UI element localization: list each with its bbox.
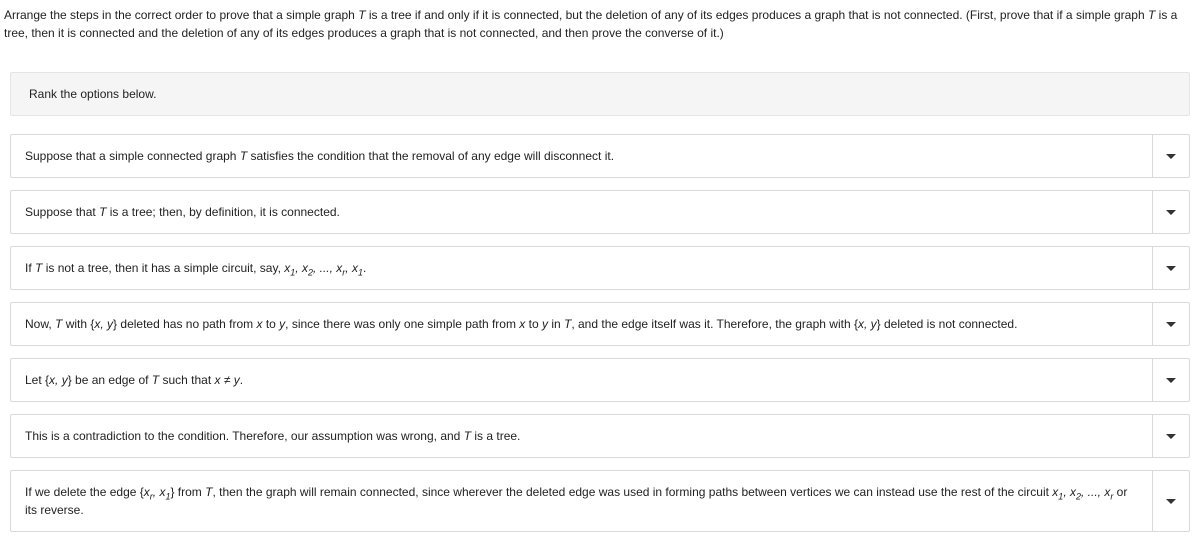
chevron-down-icon [1166, 210, 1176, 215]
prompt-var-T: T [358, 8, 365, 22]
instruction-bar: Rank the options below. [10, 72, 1190, 116]
option-row[interactable]: Let {x, y} be an edge of T such that x ≠… [10, 358, 1190, 402]
option-dropdown-handle[interactable] [1152, 358, 1190, 402]
option-dropdown-handle[interactable] [1152, 302, 1190, 346]
option-text: Now, T with {x, y} deleted has no path f… [10, 302, 1152, 346]
question-prompt: Arrange the steps in the correct order t… [0, 0, 1200, 52]
option-dropdown-handle[interactable] [1152, 470, 1190, 532]
chevron-down-icon [1166, 378, 1176, 383]
chevron-down-icon [1166, 266, 1176, 271]
option-text: Suppose that a simple connected graph T … [10, 134, 1152, 178]
chevron-down-icon [1166, 434, 1176, 439]
option-dropdown-handle[interactable] [1152, 134, 1190, 178]
option-row[interactable]: Now, T with {x, y} deleted has no path f… [10, 302, 1190, 346]
options-container: Suppose that a simple connected graph T … [0, 134, 1200, 532]
instruction-text: Rank the options below. [29, 87, 156, 101]
option-row[interactable]: This is a contradiction to the condition… [10, 414, 1190, 458]
option-row[interactable]: Suppose that T is a tree; then, by defin… [10, 190, 1190, 234]
option-text: If we delete the edge {xr, x1} from T, t… [10, 470, 1152, 532]
option-text: Suppose that T is a tree; then, by defin… [10, 190, 1152, 234]
option-dropdown-handle[interactable] [1152, 414, 1190, 458]
option-row[interactable]: If T is not a tree, then it has a simple… [10, 246, 1190, 290]
chevron-down-icon [1166, 154, 1176, 159]
option-dropdown-handle[interactable] [1152, 246, 1190, 290]
option-text: This is a contradiction to the condition… [10, 414, 1152, 458]
chevron-down-icon [1166, 499, 1176, 504]
option-text: If T is not a tree, then it has a simple… [10, 246, 1152, 290]
option-row[interactable]: Suppose that a simple connected graph T … [10, 134, 1190, 178]
prompt-text: is a tree if and only if it is connected… [366, 8, 1148, 22]
chevron-down-icon [1166, 322, 1176, 327]
prompt-text: Arrange the steps in the correct order t… [4, 8, 358, 22]
option-row[interactable]: If we delete the edge {xr, x1} from T, t… [10, 470, 1190, 532]
option-dropdown-handle[interactable] [1152, 190, 1190, 234]
option-text: Let {x, y} be an edge of T such that x ≠… [10, 358, 1152, 402]
